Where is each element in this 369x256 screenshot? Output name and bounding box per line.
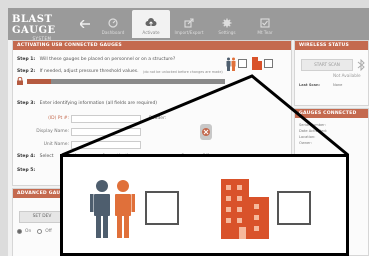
set-device-button[interactable]: SET DEV <box>19 211 65 223</box>
cloud-upload-icon <box>145 18 157 26</box>
wireless-status-title: WIRELESS STATUS <box>295 41 368 50</box>
advanced-radio-off-label: Off <box>45 229 52 234</box>
tab-activate-label: Activate <box>142 30 160 35</box>
structure-icon <box>221 179 269 239</box>
logo-wordmark: BLAST GAUGE <box>12 14 56 36</box>
threshold-slider[interactable] <box>27 79 225 84</box>
back-arrow-icon <box>80 20 90 28</box>
tab-dashboard[interactable]: Dashboard <box>94 10 132 38</box>
threshold-slider-fill <box>27 79 51 84</box>
step1-label: Step 1: <box>17 57 36 62</box>
id-input[interactable] <box>71 115 141 123</box>
gauge-owner-label: Owner: <box>299 141 312 145</box>
unit-name-input[interactable] <box>71 141 141 149</box>
step3-label: Step 3: <box>17 101 36 106</box>
lock-icon[interactable] <box>17 77 23 85</box>
display-name-label: Display Name: <box>36 129 69 134</box>
structure-checkbox[interactable] <box>277 191 311 225</box>
gear-icon <box>222 18 232 28</box>
nav-tabs: Dashboard Activate Import/Export Setting… <box>94 10 284 38</box>
zoom-callout <box>60 154 349 256</box>
personnel-icon <box>90 180 135 238</box>
last-scan-value: None <box>333 83 343 87</box>
advanced-radio-on-label: On <box>25 229 32 234</box>
tab-activate[interactable]: Activate <box>132 10 170 38</box>
step2-note: (do not be unlocked before changes are m… <box>143 70 223 74</box>
structure-checkbox-small[interactable] <box>264 59 273 68</box>
back-button[interactable] <box>76 14 94 34</box>
step5-row: Step 5: <box>17 168 38 173</box>
tab-mt-tear[interactable]: Mt Tear <box>246 10 284 38</box>
gauge-location-label: Location: <box>299 135 316 139</box>
start-scan-button[interactable]: START SCAN <box>301 59 353 71</box>
dashboard-icon <box>108 18 118 28</box>
gauges-connected-title: GAUGES CONNECTED <box>295 109 368 118</box>
tab-mt-tear-label: Mt Tear <box>257 30 273 35</box>
structure-icon-small <box>252 57 262 70</box>
advanced-radio-on[interactable] <box>17 229 22 234</box>
step1-row: Step 1: Will these gauges be placed on p… <box>17 57 175 62</box>
gauge-date-label: Date Activated: <box>299 129 327 133</box>
import-export-icon <box>184 18 194 28</box>
step2-text: If needed, adjust pressure threshold val… <box>39 69 139 74</box>
top-bar: BLAST GAUGE SYSTEM Dashboard Activate Im… <box>8 8 369 41</box>
step4-text: Select <box>39 154 54 159</box>
tab-import-export-label: Import/Export <box>174 30 204 35</box>
tab-import-export[interactable]: Import/Export <box>170 10 208 38</box>
unit-name-label: Unit Name: <box>43 142 69 147</box>
tab-settings-label: Settings <box>218 30 236 35</box>
advanced-radio-off[interactable] <box>37 229 43 234</box>
step2-label: Step 2: <box>17 69 36 74</box>
step1-text: Will these gauges be placed on personnel… <box>39 57 176 62</box>
step3-row: Step 3: Enter identifying information (a… <box>17 101 157 106</box>
gauge-serial-label: Serial Number: <box>299 123 326 127</box>
activate-panel-title: ACTIVATING USB CONNECTED GAUGES <box>13 41 291 50</box>
checklist-icon <box>260 18 270 28</box>
reader-label: Reader: <box>149 116 167 121</box>
personnel-checkbox-small[interactable] <box>238 59 247 68</box>
gauge-reader-icon <box>200 124 212 140</box>
personnel-checkbox[interactable] <box>145 191 179 225</box>
personnel-icon-small <box>226 57 236 71</box>
wireless-status-panel: WIRELESS STATUS START SCAN Not Available… <box>294 40 369 106</box>
display-name-input[interactable] <box>71 128 141 136</box>
tab-dashboard-label: Dashboard <box>101 30 125 35</box>
tab-settings[interactable]: Settings <box>208 10 246 38</box>
last-scan-label: Last Scan: <box>299 83 320 87</box>
advanced-radio-group: On Off <box>17 229 52 234</box>
bluetooth-icon <box>357 59 365 71</box>
step3-text: Enter identifying information (all field… <box>39 101 158 106</box>
step5-label: Step 5: <box>17 168 36 173</box>
app-logo: BLAST GAUGE SYSTEM <box>12 14 72 41</box>
step4-label: Step 4: <box>17 154 36 159</box>
wireless-status-text: Not Available <box>333 73 361 78</box>
step2-row: Step 2: If needed, adjust pressure thres… <box>17 69 139 74</box>
id-field-label: (ID) Pt #: <box>48 116 69 121</box>
